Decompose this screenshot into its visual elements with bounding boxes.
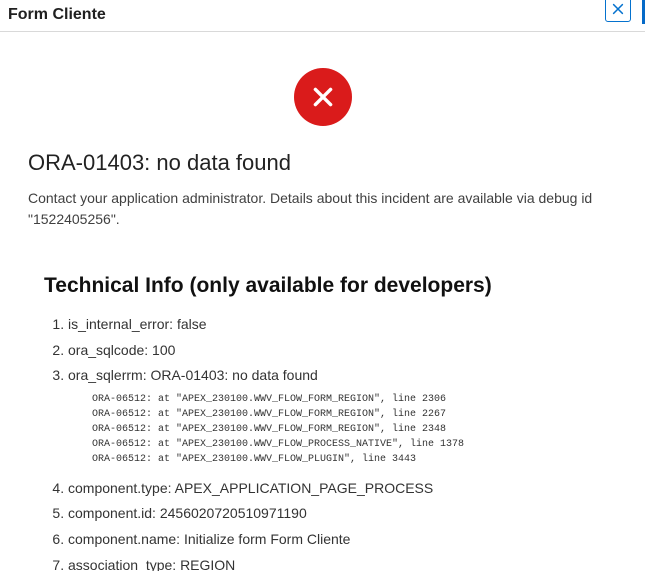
tech-item: component.name: Initialize form Form Cli… [68,527,605,553]
tech-item-label: ora_sqlerrm: ORA-01403: no data found [68,367,318,383]
tech-item: component.type: APEX_APPLICATION_PAGE_PR… [68,476,605,502]
tech-item: ora_sqlerrm: ORA-01403: no data found OR… [68,363,605,476]
tech-item: association_type: REGION [68,553,605,571]
tech-item: is_internal_error: false [68,312,605,338]
technical-info-heading: Technical Info (only available for devel… [44,274,605,312]
error-icon-container [0,32,645,150]
close-button[interactable] [605,0,631,22]
dialog-content[interactable]: ORA-01403: no data found Contact your ap… [0,32,645,571]
tech-item: component.id: 2456020720510971190 [68,501,605,527]
x-icon [310,84,336,110]
technical-info-list: is_internal_error: false ora_sqlcode: 10… [44,312,605,571]
close-icon [611,2,625,16]
error-message: Contact your application administrator. … [0,188,645,250]
error-icon [294,68,352,126]
technical-info-section: Technical Info (only available for devel… [0,250,645,571]
dialog-header: Form Cliente [0,0,645,32]
error-title: ORA-01403: no data found [0,150,645,188]
dialog-title: Form Cliente [8,6,106,24]
tech-item: ora_sqlcode: 100 [68,338,605,364]
stack-trace: ORA-06512: at "APEX_230100.WWV_FLOW_FORM… [68,386,605,473]
